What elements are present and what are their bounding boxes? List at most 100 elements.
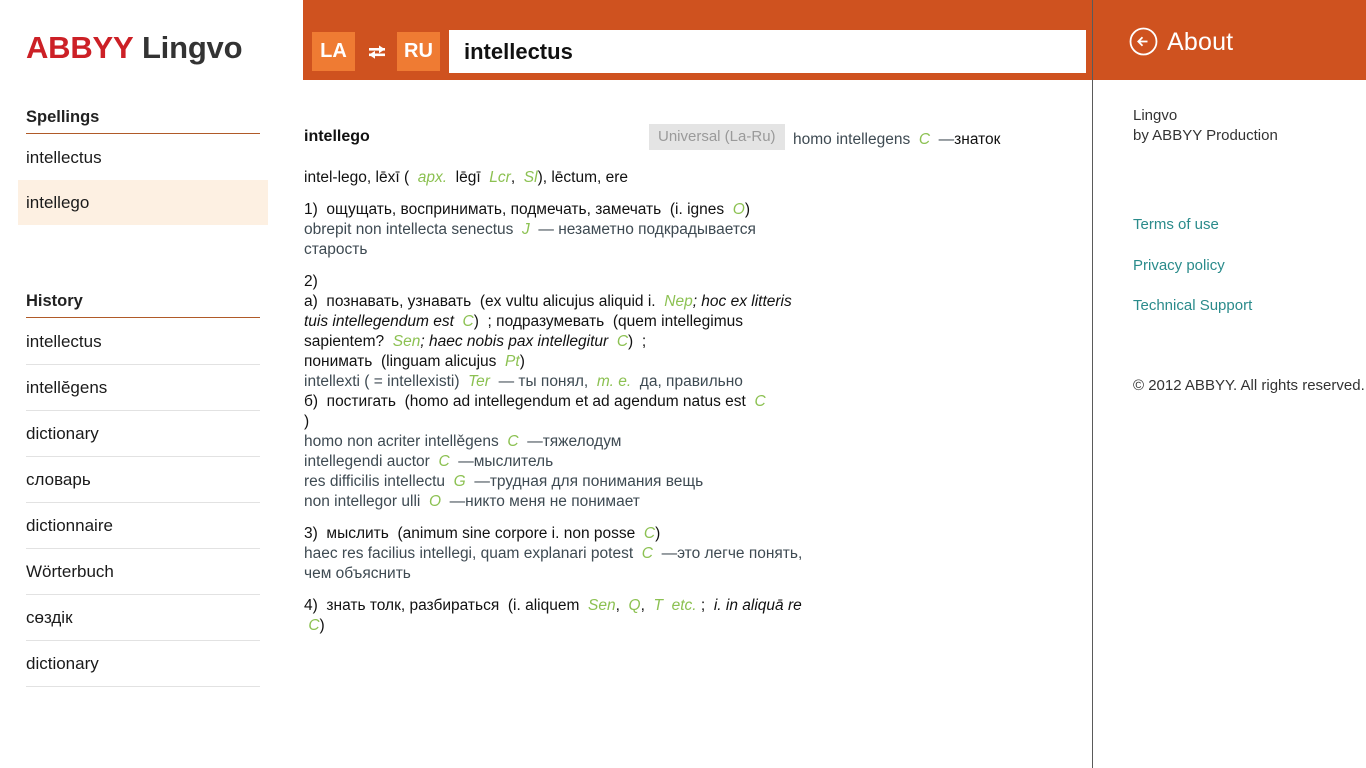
about-link-privacy-policy[interactable]: Privacy policy bbox=[1133, 257, 1225, 274]
sense-2-example-dash: — bbox=[527, 433, 543, 450]
entry-body: intel-lego, lēxī ( apx. lēgī Lcr, Sl), l… bbox=[304, 168, 804, 636]
sense-2-example-dash: — bbox=[474, 473, 490, 490]
sense-4-paren-close: ) bbox=[319, 617, 325, 634]
sense-2-example-dash: — bbox=[449, 493, 466, 510]
sense-2-example-abbr: C bbox=[507, 433, 519, 450]
spellings-heading: Spellings bbox=[26, 108, 260, 134]
sense-2a-paren2-close: ) bbox=[628, 333, 634, 350]
sense-4: 4) знать толк, разбираться (i. aliquem S… bbox=[304, 596, 804, 636]
sense-1-number: 1) bbox=[304, 201, 318, 218]
side-example-abbr: C bbox=[918, 131, 931, 148]
sense-2a-italic-2: ; haec nobis pax intellegitur bbox=[420, 333, 609, 350]
morph-mid: lēgī bbox=[455, 169, 481, 186]
sense-1: 1) ощущать, воспринимать, подмечать, зам… bbox=[304, 200, 804, 260]
sense-3-example-latin: haec res facilius intellegi, quam explan… bbox=[304, 545, 634, 562]
sense-2b-paren-close: ) bbox=[304, 413, 310, 430]
history-item[interactable]: intellĕgens bbox=[26, 365, 260, 411]
history-item[interactable]: сөздік bbox=[26, 595, 260, 641]
history-item[interactable]: Wörterbuch bbox=[26, 549, 260, 595]
sense-4-abbr-sen: Sen bbox=[588, 597, 616, 614]
sense-3-dash: — bbox=[661, 545, 678, 562]
sense-2: 2) а) познавать, узнавать (ex vultu alic… bbox=[304, 272, 804, 512]
history-item[interactable]: intellectus bbox=[26, 319, 260, 365]
side-example-dash: — bbox=[938, 131, 955, 148]
search-input[interactable] bbox=[449, 30, 1086, 73]
logo-abbyy: ABBYY bbox=[26, 30, 134, 65]
about-panel-header: About bbox=[1093, 0, 1366, 80]
sense-3-example-abbr: C bbox=[641, 545, 653, 562]
history-item[interactable]: dictionnaire bbox=[26, 503, 260, 549]
sense-2b-abbr: C bbox=[754, 393, 766, 410]
swap-horizontal-icon[interactable] bbox=[363, 32, 391, 71]
sense-4-comma-1: , bbox=[615, 597, 620, 614]
sense-2a-abbr-c1: C bbox=[462, 313, 474, 330]
sense-4-paren-open: (i. aliquem bbox=[507, 597, 580, 614]
language-from-button[interactable]: LA bbox=[312, 32, 355, 71]
sense-2a-example-ru-2: да, правильно bbox=[639, 373, 743, 390]
about-panel-title: About bbox=[1167, 28, 1234, 56]
about-link-technical-support[interactable]: Technical Support bbox=[1133, 297, 1252, 314]
sense-2-example-abbr: O bbox=[428, 493, 442, 510]
sense-4-semicolon: ; bbox=[700, 597, 706, 614]
sense-2a-gloss-3: понимать bbox=[304, 353, 373, 370]
sense-4-abbr-etc: etc. bbox=[671, 597, 697, 614]
sense-2a-abbr-sen: Sen bbox=[392, 333, 421, 350]
history-item[interactable]: dictionary bbox=[26, 411, 260, 457]
sense-2b-gloss: постигать bbox=[326, 393, 396, 410]
back-arrow-circle-icon[interactable] bbox=[1129, 27, 1158, 56]
sense-4-abbr-c: C bbox=[308, 617, 320, 634]
language-to-button[interactable]: RU bbox=[397, 32, 440, 71]
sense-2a-semicolon-2: ; bbox=[641, 333, 647, 350]
sense-2a-paren1-close: ) bbox=[473, 313, 479, 330]
about-link-terms-of-use[interactable]: Terms of use bbox=[1133, 216, 1219, 233]
about-copyright: © 2012 ABBYY. All rights reserved. bbox=[1133, 377, 1365, 394]
sense-3-abbr: C bbox=[643, 525, 656, 542]
sense-3: 3) мыслить (animum sine corpore i. non p… bbox=[304, 524, 804, 584]
sense-2a-example-abbr: Ter bbox=[468, 373, 490, 390]
sense-2a-example-ru-1: ты понял, bbox=[518, 373, 589, 390]
sense-2a-abbr-c2: C bbox=[616, 333, 629, 350]
dictionary-article: intellego Universal (La-Ru) homo intelle… bbox=[303, 80, 1093, 768]
sense-2-example-latin: non intellegor ulli bbox=[304, 493, 421, 510]
sense-2-example-latin: homo non acriter intellěgens bbox=[304, 433, 499, 450]
sense-4-comma-2: , bbox=[640, 597, 645, 614]
spellings-item-intellectus[interactable]: intellectus bbox=[26, 135, 260, 180]
lingvo-app: ABBYY Lingvo Spellings intellectus intel… bbox=[0, 0, 1366, 768]
history-item[interactable]: словарь bbox=[26, 457, 260, 503]
sense-1-abbr: O bbox=[732, 201, 745, 218]
about-product-name: Lingvo bbox=[1133, 107, 1178, 124]
search-toolbar: LA RU bbox=[303, 0, 1093, 80]
history-list: intellectus intellĕgens dictionary слова… bbox=[26, 319, 260, 687]
sense-2a-gloss-2: подразумевать bbox=[496, 313, 605, 330]
morph-abbr-sl: Sl bbox=[523, 169, 538, 186]
side-example-russian: знаток bbox=[954, 131, 1001, 148]
about-panel: About Lingvo by ABBYY Production Terms o… bbox=[1093, 0, 1366, 768]
sense-3-gloss: мыслить bbox=[326, 525, 389, 542]
sense-2a-dash: — bbox=[498, 373, 515, 390]
morph-lemma: intel-lego, lēxī ( bbox=[304, 169, 410, 186]
morph-abbr-lcr: Lcr bbox=[489, 169, 511, 186]
history-item[interactable]: dictionary bbox=[26, 641, 260, 687]
morph-abbr-apx: apx. bbox=[417, 169, 448, 186]
entry-morphology: intel-lego, lēxī ( apx. lēgī Lcr, Sl), l… bbox=[304, 168, 804, 188]
sense-2a-paren1-open: (ex vultu alicujus aliquid i. bbox=[479, 293, 656, 310]
sense-1-example-abbr: J bbox=[522, 221, 530, 238]
sense-2a-semicolon-1: ; bbox=[487, 313, 492, 330]
about-product-info: Lingvo by ABBYY Production bbox=[1133, 106, 1278, 146]
spellings-item-intellego[interactable]: intellego bbox=[26, 180, 260, 225]
sense-2-example-russian: никто меня не понимает bbox=[465, 493, 640, 510]
sense-1-dash: — bbox=[538, 221, 554, 238]
sense-1-example-latin: obrepit non intellecta senectus bbox=[304, 221, 514, 238]
sense-2a-paren3-open: (linguam alicujus bbox=[380, 353, 497, 370]
sense-4-gloss: знать толк, разбираться bbox=[326, 597, 500, 614]
sense-2a-gloss-1: познавать, узнавать bbox=[326, 293, 472, 310]
sense-2a-example-latin: intellexti ( = intellexisti) bbox=[304, 373, 460, 390]
sense-4-abbr-t: T bbox=[653, 597, 663, 614]
app-logo: ABBYY Lingvo bbox=[26, 30, 243, 66]
sense-4-abbr-q: Q bbox=[628, 597, 641, 614]
side-example-latin: homo intellegens bbox=[793, 131, 911, 148]
sense-3-number: 3) bbox=[304, 525, 318, 542]
sense-1-paren-close: ) bbox=[744, 201, 750, 218]
sense-2b-label: б) bbox=[304, 393, 319, 410]
sense-2a-abbr-pt: Pt bbox=[505, 353, 520, 370]
